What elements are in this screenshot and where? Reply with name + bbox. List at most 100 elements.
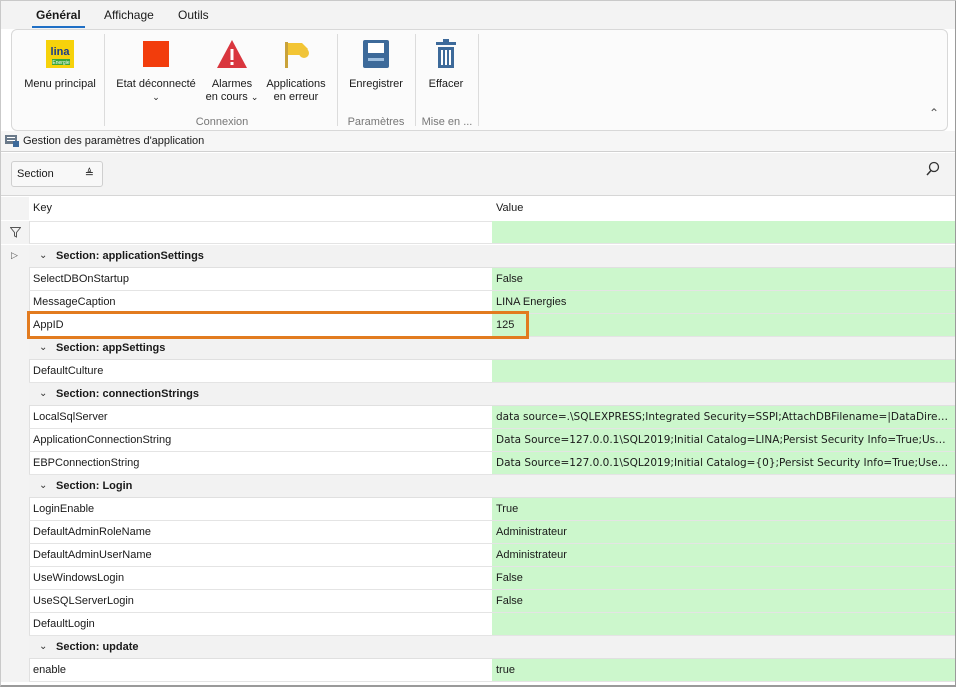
value-text: LINA Energies [496, 296, 567, 308]
column-header-value[interactable]: Value [492, 197, 955, 222]
group-band[interactable]: ⌄ Section: connectionStrings [29, 383, 955, 406]
group-row[interactable]: ⌄ Section: appSettings [1, 337, 955, 360]
column-value-label: Value [496, 202, 524, 214]
row-gutter [1, 544, 30, 567]
table-row[interactable]: EBPConnectionString Data Source=127.0.0.1… [1, 452, 955, 475]
table-row[interactable]: DefaultCulture [1, 360, 955, 383]
key-cell[interactable]: EBPConnectionString [29, 452, 493, 475]
value-cell[interactable]: False [492, 268, 955, 291]
value-cell[interactable]: False [492, 567, 955, 590]
group-band[interactable]: ⌄ Section: update [29, 636, 955, 659]
key-text: LocalSqlServer [33, 411, 108, 423]
key-text: DefaultCulture [33, 365, 104, 377]
apps-in-error-button[interactable]: Applications en erreur [264, 38, 328, 104]
value-cell[interactable]: LINA Energies [492, 291, 955, 314]
table-row[interactable]: UseWindowsLogin False [1, 567, 955, 590]
column-header-key[interactable]: Key [29, 197, 493, 222]
alarms-label-1: Alarmes [211, 78, 253, 90]
filter-icon[interactable] [9, 227, 22, 241]
tab-general[interactable]: Général [32, 8, 85, 28]
group-row[interactable]: ▷ ⌄ Section: applicationSettings [1, 245, 955, 268]
table-row[interactable]: LocalSqlServer data source=.\SQLEXPRESS;I… [1, 406, 955, 429]
row-gutter [1, 383, 30, 406]
group-title: Section: update [56, 641, 139, 653]
value-cell[interactable]: 125 [492, 314, 955, 337]
row-gutter [1, 360, 30, 383]
row-gutter [1, 659, 30, 682]
page-title: Gestion des paramètres d'application [23, 135, 205, 147]
group-row[interactable]: ⌄ Section: Login [1, 475, 955, 498]
row-gutter [1, 291, 30, 314]
collapse-ribbon-icon[interactable]: ⌃ [929, 106, 939, 120]
key-cell[interactable]: UseWindowsLogin [29, 567, 493, 590]
key-cell[interactable]: LoginEnable [29, 498, 493, 521]
value-cell[interactable]: data source=.\SQLEXPRESS;Integrated Secu… [492, 406, 955, 429]
key-cell[interactable]: ApplicationConnectionString [29, 429, 493, 452]
value-cell[interactable]: Administrateur [492, 544, 955, 567]
key-cell[interactable]: DefaultCulture [29, 360, 493, 383]
key-text: LoginEnable [33, 503, 95, 515]
key-cell[interactable]: UseSQLServerLogin [29, 590, 493, 613]
group-title: Section: connectionStrings [56, 388, 200, 400]
value-cell[interactable] [492, 613, 955, 636]
document-title-bar: Gestion des paramètres d'application [1, 131, 955, 152]
chevron-down-icon[interactable]: ⌄ [39, 641, 47, 652]
key-cell[interactable]: LocalSqlServer [29, 406, 493, 429]
table-row[interactable]: enable true [1, 659, 955, 682]
group-band[interactable]: ⌄ Section: Login [29, 475, 955, 498]
table-row[interactable]: DefaultAdminUserName Administrateur [1, 544, 955, 567]
save-button[interactable]: Enregistrer [342, 38, 410, 91]
tab-outils[interactable]: Outils [178, 8, 209, 22]
section-group-button[interactable]: Section ≜ [11, 161, 103, 187]
table-row[interactable]: UseSQLServerLogin False [1, 590, 955, 613]
chevron-down-icon[interactable]: ⌄ [39, 480, 47, 491]
connection-state-label: Etat déconnecté [116, 78, 196, 90]
table-row[interactable]: DefaultLogin [1, 613, 955, 636]
value-text: False [496, 273, 523, 285]
table-row[interactable]: ApplicationConnectionString Data Source=1… [1, 429, 955, 452]
value-cell[interactable]: Administrateur [492, 521, 955, 544]
value-cell[interactable]: True [492, 498, 955, 521]
group-title: Section: appSettings [56, 342, 166, 354]
group-row[interactable]: ⌄ Section: connectionStrings [1, 383, 955, 406]
alarms-label-2-wrap: en cours ⌄ [202, 91, 262, 104]
chevron-down-icon[interactable]: ⌄ [39, 388, 47, 399]
value-text: Data Source=127.0.0.1\SQL2019;Initial Ca… [496, 434, 952, 446]
alarms-button[interactable]: Alarmes en cours ⌄ [202, 38, 262, 104]
main-menu-button[interactable]: lina Energie Menu principal [20, 38, 100, 91]
row-gutter [1, 221, 30, 244]
clear-button[interactable]: Effacer [418, 38, 474, 91]
chevron-down-icon[interactable]: ⌄ [39, 342, 47, 353]
table-row[interactable]: DefaultAdminRoleName Administrateur [1, 521, 955, 544]
value-cell[interactable]: Data Source=127.0.0.1\SQL2019;Initial Ca… [492, 452, 955, 475]
key-cell[interactable]: DefaultAdminRoleName [29, 521, 493, 544]
table-row[interactable]: LoginEnable True [1, 498, 955, 521]
key-cell[interactable]: DefaultLogin [29, 613, 493, 636]
group-band[interactable]: ⌄ Section: appSettings [29, 337, 955, 360]
group-band[interactable]: ⌄ Section: applicationSettings [29, 245, 955, 268]
value-text: 125 [496, 319, 515, 331]
row-gutter [1, 337, 30, 360]
ribbon: lina Energie Menu principal Etat déconne… [11, 29, 948, 131]
connection-state-button[interactable]: Etat déconnecté ⌄ [112, 38, 200, 104]
value-cell[interactable] [492, 360, 955, 383]
save-disk-icon [360, 38, 392, 70]
key-cell[interactable]: SelectDBOnStartup [29, 268, 493, 291]
group-label-mise: Mise en ... [421, 116, 473, 128]
key-cell[interactable]: DefaultAdminUserName [29, 544, 493, 567]
table-row[interactable]: SelectDBOnStartup False [1, 268, 955, 291]
group-title: Section: Login [56, 480, 133, 492]
key-cell[interactable]: enable [29, 659, 493, 682]
value-text: False [496, 595, 523, 607]
search-icon[interactable] [925, 161, 941, 180]
tab-affichage[interactable]: Affichage [104, 8, 154, 22]
filter-row [1, 221, 955, 244]
chevron-down-icon[interactable]: ⌄ [39, 250, 47, 261]
value-cell[interactable]: true [492, 659, 955, 682]
lina-logo-icon: lina Energie [44, 38, 76, 70]
filter-key-cell[interactable] [29, 221, 493, 244]
group-row[interactable]: ⌄ Section: update [1, 636, 955, 659]
value-cell[interactable]: False [492, 590, 955, 613]
value-cell[interactable]: Data Source=127.0.0.1\SQL2019;Initial Ca… [492, 429, 955, 452]
filter-value-cell[interactable] [492, 221, 955, 244]
